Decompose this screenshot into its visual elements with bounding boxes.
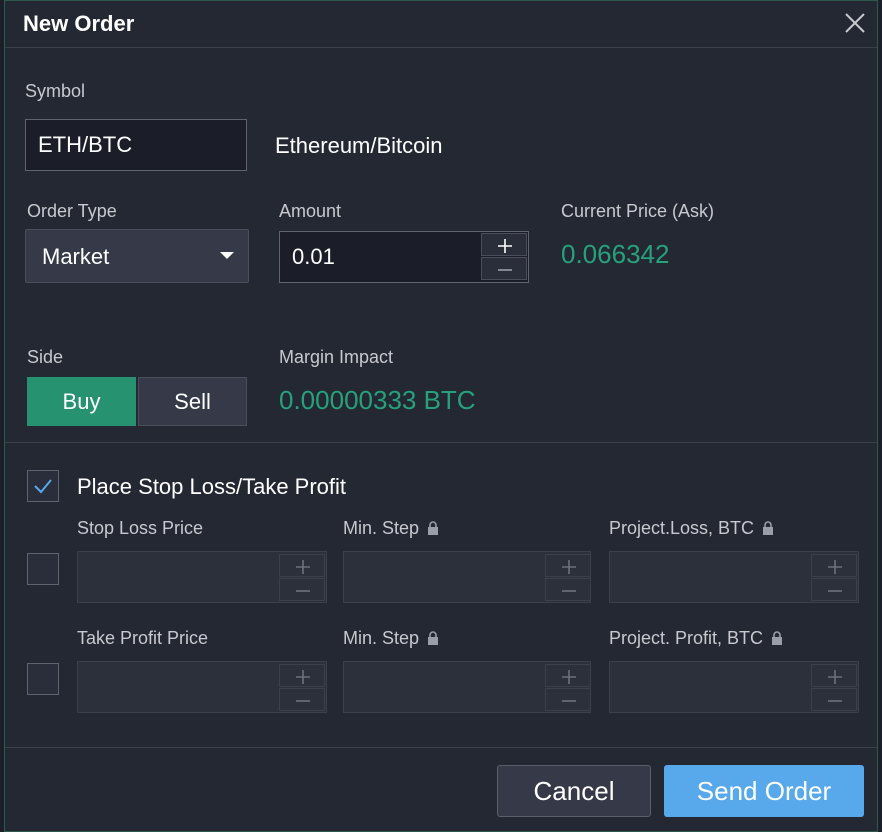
plus-icon: [498, 239, 512, 253]
buy-button[interactable]: Buy: [27, 377, 136, 426]
check-icon: [34, 479, 52, 494]
take-profit-checkbox[interactable]: [27, 663, 59, 695]
take-profit-step-decrement: [545, 688, 591, 711]
projected-profit-label: Project. Profit, BTC: [609, 628, 783, 649]
take-profit-step-text: Min. Step: [343, 628, 420, 648]
dialog-titlebar: New Order: [5, 1, 877, 48]
stop-loss-increment-button[interactable]: [279, 554, 325, 577]
minus-icon: [498, 269, 512, 271]
projected-profit-increment: [811, 664, 857, 687]
minus-icon: [828, 700, 842, 702]
projected-profit-text: Project. Profit, BTC: [609, 628, 764, 648]
take-profit-increment-button[interactable]: [279, 664, 325, 687]
margin-impact-value: 0.00000333 BTC: [279, 385, 476, 415]
amount-label: Amount: [279, 201, 342, 221]
close-icon[interactable]: [843, 11, 867, 35]
stop-loss-step-decrement: [545, 578, 591, 601]
minus-icon: [296, 590, 310, 592]
amount-stepper: [481, 233, 527, 281]
order-type-select[interactable]: Market: [25, 229, 249, 283]
minus-icon: [562, 590, 576, 592]
lock-icon: [762, 519, 774, 535]
projected-loss-decrement: [811, 578, 857, 601]
symbol-input[interactable]: [25, 119, 247, 171]
amount-decrement-button[interactable]: [481, 257, 527, 280]
projected-loss-increment: [811, 554, 857, 577]
take-profit-price-stepper: [279, 664, 325, 712]
plus-icon: [828, 670, 842, 684]
stop-loss-price-label: Stop Loss Price: [77, 518, 204, 538]
plus-icon: [828, 560, 842, 574]
plus-icon: [296, 670, 310, 684]
projected-loss-label: Project.Loss, BTC: [609, 518, 774, 539]
stop-loss-step-text: Min. Step: [343, 518, 420, 538]
footer-divider: [5, 747, 877, 748]
lock-icon: [771, 629, 783, 645]
stop-loss-checkbox[interactable]: [27, 553, 59, 585]
stop-loss-step-stepper: [545, 554, 591, 602]
margin-impact-label: Margin Impact: [279, 347, 394, 367]
minus-icon: [562, 700, 576, 702]
amount-increment-button[interactable]: [481, 233, 527, 256]
chevron-down-icon: [220, 252, 234, 259]
take-profit-price-label: Take Profit Price: [77, 628, 209, 648]
lock-icon: [427, 519, 439, 535]
order-type-value: Market: [42, 244, 110, 269]
new-order-dialog: New Order Symbol Ethereum/Bitcoin Order …: [4, 0, 878, 832]
minus-icon: [828, 590, 842, 592]
symbol-label: Symbol: [25, 81, 86, 101]
side-label: Side: [27, 347, 64, 367]
stop-loss-decrement-button[interactable]: [279, 578, 325, 601]
sl-tp-checkbox[interactable]: [27, 470, 59, 502]
order-type-label: Order Type: [27, 201, 117, 221]
current-price-label: Current Price (Ask): [561, 201, 715, 221]
projected-profit-stepper: [811, 664, 857, 712]
stop-loss-price-stepper: [279, 554, 325, 602]
current-price-value: 0.066342: [561, 239, 670, 269]
cancel-button[interactable]: Cancel: [497, 765, 651, 817]
sl-tp-label: Place Stop Loss/Take Profit: [77, 474, 347, 499]
plus-icon: [562, 670, 576, 684]
projected-profit-decrement: [811, 688, 857, 711]
lock-icon: [427, 629, 439, 645]
stop-loss-step-increment: [545, 554, 591, 577]
projected-loss-text: Project.Loss, BTC: [609, 518, 755, 538]
send-order-button[interactable]: Send Order: [664, 765, 864, 817]
sell-button[interactable]: Sell: [138, 377, 247, 426]
take-profit-decrement-button[interactable]: [279, 688, 325, 711]
plus-icon: [562, 560, 576, 574]
plus-icon: [296, 560, 310, 574]
take-profit-step-label: Min. Step: [343, 628, 439, 649]
take-profit-step-stepper: [545, 664, 591, 712]
section-divider: [5, 442, 877, 443]
projected-loss-stepper: [811, 554, 857, 602]
minus-icon: [296, 700, 310, 702]
dialog-title: New Order: [23, 11, 135, 36]
take-profit-step-increment: [545, 664, 591, 687]
symbol-description: Ethereum/Bitcoin: [275, 133, 443, 158]
stop-loss-step-label: Min. Step: [343, 518, 439, 539]
